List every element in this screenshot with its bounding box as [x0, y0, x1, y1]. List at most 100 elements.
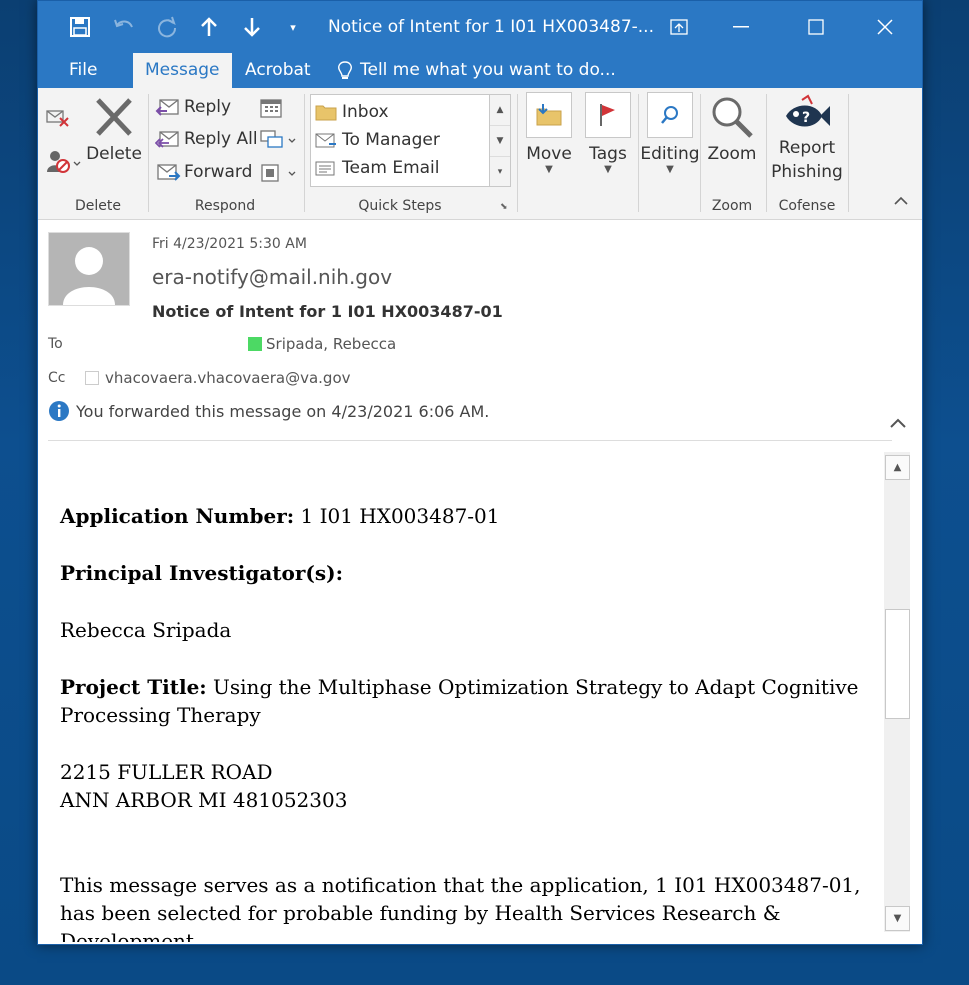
cc-recipient[interactable]: vhacovaera.vhacovaera@va.gov	[85, 369, 351, 387]
zoom-label: Zoom	[707, 144, 757, 164]
sender-avatar[interactable]	[48, 232, 130, 306]
flag-icon	[585, 92, 631, 138]
separator	[848, 94, 849, 212]
tags-button[interactable]: Tags ▼	[582, 92, 634, 175]
delete-x-icon	[96, 98, 132, 136]
info-icon	[49, 401, 69, 421]
address-block: 2215 FULLER ROAD ANN ARBOR MI 481052303	[60, 760, 348, 812]
separator	[766, 94, 767, 212]
phishing-fish-icon: ?	[786, 94, 830, 127]
editing-button[interactable]: Editing ▼	[640, 92, 700, 175]
redo-icon[interactable]	[153, 11, 181, 43]
collapse-header-icon[interactable]	[889, 414, 907, 433]
report-label-line1: Report	[778, 138, 836, 158]
junk-button[interactable]	[46, 148, 82, 176]
report-phishing-button[interactable]: ? Report Phishing	[769, 94, 845, 184]
forwarded-info: You forwarded this message on 4/23/2021 …	[48, 400, 489, 422]
quick-steps-group-label: Quick Steps	[358, 198, 442, 214]
ignore-icon	[46, 110, 69, 127]
quick-step-team-email[interactable]: Team Email	[315, 154, 440, 182]
next-item-icon[interactable]	[238, 11, 266, 43]
tab-message[interactable]: Message	[133, 53, 232, 88]
close-icon[interactable]	[862, 9, 908, 45]
delete-label: Delete	[86, 144, 142, 164]
to-recipient[interactable]: Sripada, Rebecca	[248, 335, 396, 353]
reply-all-button[interactable]: Reply All	[155, 128, 258, 150]
quick-steps-dialog-launcher-icon[interactable]: ⬊	[500, 202, 508, 212]
reply-button[interactable]: Reply	[155, 96, 231, 118]
tell-me-text: Tell me what you want to do...	[360, 60, 616, 80]
notice-paragraph: This message serves as a notification th…	[60, 873, 861, 942]
presence-icon	[248, 337, 262, 351]
ribbon: Delete Delete Reply Reply All Forward Re…	[38, 88, 922, 220]
more-respond-icon	[261, 164, 296, 182]
calendar-icon	[260, 99, 282, 118]
quick-steps-gallery: Inbox To Manager Team Email ▲ ▼ ▾	[310, 94, 511, 187]
reply-all-label: Reply All	[184, 129, 258, 149]
instant-message-icon	[260, 130, 296, 148]
team-email-icon	[315, 161, 335, 176]
scroll-down-button[interactable]: ▼	[885, 906, 910, 931]
more-respond-button[interactable]	[260, 162, 298, 184]
cofense-group-label: Cofense	[778, 198, 836, 214]
move-icon	[526, 92, 572, 138]
quick-step-to-manager[interactable]: To Manager	[315, 126, 440, 154]
save-icon[interactable]	[66, 11, 94, 43]
scroll-up-icon[interactable]: ▲	[490, 95, 510, 126]
minimize-icon[interactable]	[718, 9, 764, 45]
ignore-button[interactable]	[46, 106, 70, 128]
ribbon-tabs: File Message Acrobat Tell me what you wa…	[38, 53, 922, 88]
separator	[700, 94, 701, 212]
forward-icon	[157, 164, 181, 181]
scroll-thumb[interactable]	[885, 609, 910, 719]
chevron-down-icon: ▼	[666, 164, 674, 175]
forward-button[interactable]: Forward	[155, 161, 252, 183]
quick-step-inbox[interactable]: Inbox	[315, 98, 389, 126]
tab-file[interactable]: File	[57, 53, 109, 88]
application-number-line: Application Number: 1 I01 HX003487-01	[60, 504, 500, 528]
quick-steps-scroll[interactable]: ▲ ▼ ▾	[489, 95, 510, 186]
delete-button[interactable]: Delete	[86, 96, 142, 164]
maximize-icon[interactable]	[793, 9, 839, 45]
reply-label: Reply	[184, 97, 232, 117]
report-label-line2: Phishing	[771, 162, 843, 182]
chevron-down-icon: ▼	[545, 164, 553, 175]
body-scrollbar[interactable]: ▲ ▼	[884, 452, 910, 932]
customize-qat-icon[interactable]: ▾	[282, 11, 304, 43]
message-header: Fri 4/23/2021 5:30 AM era-notify@mail.ni…	[38, 220, 922, 442]
respond-group-label: Respond	[194, 198, 256, 214]
ribbon-display-options-icon[interactable]	[656, 9, 702, 45]
collapse-ribbon-icon[interactable]	[894, 196, 908, 206]
pi-label-line: Principal Investigator(s):	[60, 561, 343, 585]
outlook-message-window: ▾ Notice of Intent for 1 I01 HX003487-..…	[37, 0, 923, 945]
previous-item-icon[interactable]	[195, 11, 223, 43]
message-subject: Notice of Intent for 1 I01 HX003487-01	[152, 302, 503, 321]
junk-icon	[47, 151, 81, 173]
pi-name: Rebecca Sripada	[60, 618, 232, 642]
scroll-down-icon[interactable]: ▼	[490, 126, 510, 157]
scroll-up-button[interactable]: ▲	[885, 455, 910, 480]
delete-group-label: Delete	[75, 198, 121, 214]
project-title-line: Project Title: Using the Multiphase Opti…	[60, 675, 859, 727]
tab-acrobat[interactable]: Acrobat	[233, 53, 323, 88]
reply-all-icon	[155, 131, 179, 148]
folder-icon	[315, 105, 337, 121]
im-button[interactable]	[260, 129, 298, 151]
presence-unknown-icon	[85, 371, 99, 385]
separator	[304, 94, 305, 212]
expand-gallery-icon[interactable]: ▾	[490, 157, 510, 187]
meeting-button[interactable]	[260, 98, 282, 118]
zoom-magnifier-icon	[712, 97, 753, 138]
title-bar: ▾ Notice of Intent for 1 I01 HX003487-..…	[38, 1, 922, 53]
sent-date: Fri 4/23/2021 5:30 AM	[152, 236, 307, 252]
chevron-down-icon: ▼	[604, 164, 612, 175]
tell-me-search[interactable]: Tell me what you want to do...	[324, 53, 628, 88]
move-button[interactable]: Move ▼	[522, 92, 576, 175]
undo-icon[interactable]	[110, 11, 138, 43]
zoom-group-label: Zoom	[711, 198, 753, 214]
sender-address[interactable]: era-notify@mail.nih.gov	[152, 265, 392, 289]
message-content: Application Number: 1 I01 HX003487-01 Pr…	[60, 502, 870, 942]
to-label: To	[48, 336, 63, 352]
zoom-button[interactable]: Zoom	[704, 94, 760, 164]
separator	[517, 94, 518, 212]
